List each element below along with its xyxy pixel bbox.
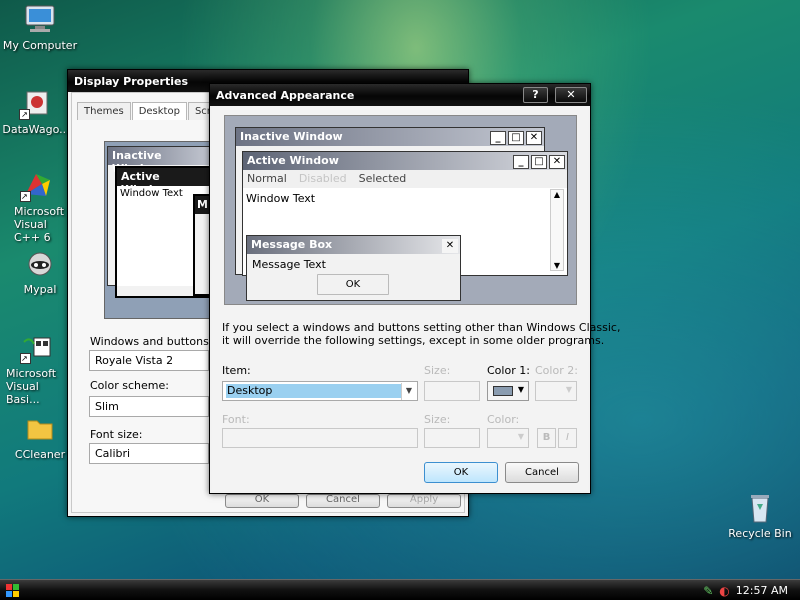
theme-preview: Inactive Window Active Window Window Tex… xyxy=(104,141,215,319)
desktop-icon-label: Mypal xyxy=(23,283,57,296)
maximize-icon: □ xyxy=(508,131,524,145)
ccleaner-tray-icon[interactable]: ◐ xyxy=(719,584,729,598)
desktop-icon-label: CCleaner xyxy=(14,448,66,461)
advanced-cancel-button[interactable]: Cancel xyxy=(505,462,579,483)
mypal-icon xyxy=(23,248,57,280)
item-label: Item: xyxy=(222,364,251,377)
shortcut-arrow-icon: ↗ xyxy=(19,109,30,120)
preview-menu-normal: Normal xyxy=(247,172,287,185)
font-label: Font: xyxy=(222,413,250,426)
color-scheme-label: Color scheme: xyxy=(90,379,169,392)
italic-button[interactable]: I xyxy=(558,428,577,448)
color1-button[interactable]: ▼ xyxy=(487,381,529,401)
close-icon: ✕ xyxy=(442,239,458,253)
display-cancel-button[interactable]: Cancel xyxy=(306,494,380,508)
preview-message-buttons: ✕ xyxy=(442,239,458,253)
font-size-select[interactable]: Calibri xyxy=(89,443,209,464)
advanced-ok-button[interactable]: OK xyxy=(424,462,498,483)
item-select[interactable]: Desktop ▼ xyxy=(222,381,418,401)
color1-label: Color 1: xyxy=(487,364,530,377)
appearance-preview[interactable]: Inactive Window _ □ ✕ Active Window _ □ … xyxy=(224,115,577,305)
chevron-down-icon: ▼ xyxy=(517,432,524,441)
preview-message-ok: OK xyxy=(317,274,389,295)
scroll-down-icon: ▼ xyxy=(553,261,561,270)
folder-icon xyxy=(23,413,57,445)
recycle-bin-icon xyxy=(743,492,777,524)
shortcut-arrow-icon: ↗ xyxy=(20,353,31,364)
network-icon[interactable]: ✎ xyxy=(703,584,713,598)
display-apply-button[interactable]: Apply xyxy=(387,494,461,508)
chevron-down-icon: ▼ xyxy=(401,383,416,400)
size-label: Size: xyxy=(424,364,451,377)
font-color-button[interactable]: ▼ xyxy=(487,428,529,448)
chevron-down-icon: ▼ xyxy=(565,385,572,394)
preview-menu-selected: Selected xyxy=(358,172,407,185)
font-size-label: Size: xyxy=(424,413,451,426)
desktop-icon-label: DataWago... xyxy=(2,123,70,136)
item-select-value: Desktop xyxy=(226,384,401,398)
preview-active-title: Active Window xyxy=(117,168,213,196)
minimize-icon: _ xyxy=(513,155,529,169)
preview-scrollbar: ▲ ▼ xyxy=(550,189,564,271)
font-select[interactable] xyxy=(222,428,418,448)
taskbar: ✎ ◐ 12:57 AM xyxy=(0,579,800,600)
close-icon: ✕ xyxy=(526,131,542,145)
visual-basic-icon: ↗ xyxy=(20,332,54,364)
desktop-icon-visual-basic[interactable]: ↗ Microsoft Visual Basi... xyxy=(0,332,70,406)
clock[interactable]: 12:57 AM xyxy=(736,584,788,597)
preview-menu-bar: Normal Disabled Selected xyxy=(243,170,567,188)
close-button[interactable]: ✕ xyxy=(555,87,587,103)
window-title: Advanced Appearance xyxy=(216,89,355,102)
desktop-icon-my-computer[interactable]: My Computer xyxy=(0,4,82,52)
start-button[interactable] xyxy=(6,584,20,598)
desktop-icon-recycle-bin[interactable]: Recycle Bin xyxy=(718,492,800,540)
bold-button[interactable]: B xyxy=(537,428,556,448)
preview-inactive-buttons: _ □ ✕ xyxy=(490,131,542,145)
desktop-icon-visual-cpp[interactable]: ↗ Microsoft Visual C++ 6 xyxy=(0,170,70,244)
computer-icon xyxy=(23,4,57,36)
windows-and-buttons-select[interactable]: Royale Vista 2 xyxy=(89,350,209,371)
font-color-label: Color: xyxy=(487,413,520,426)
datawago-icon: ↗ xyxy=(19,88,53,120)
desktop-icon-label: Recycle Bin xyxy=(728,527,792,540)
desktop-icon-label: Microsoft Visual C++ 6 xyxy=(14,205,65,244)
preview-active-buttons: _ □ ✕ xyxy=(513,155,565,169)
display-ok-button[interactable]: OK xyxy=(225,494,299,508)
preview-message-box: Message Box ✕ Message Text OK xyxy=(246,235,461,301)
close-icon: ✕ xyxy=(549,155,565,169)
color2-button[interactable]: ▼ xyxy=(535,381,577,401)
color2-label: Color 2: xyxy=(535,364,578,377)
tab-desktop[interactable]: Desktop xyxy=(131,102,187,120)
help-button[interactable]: ? xyxy=(523,87,548,103)
desktop-icon-label: Microsoft Visual Basi... xyxy=(6,367,57,406)
visual-cpp-icon: ↗ xyxy=(20,170,54,202)
preview-inactive-title: Inactive Window xyxy=(108,147,212,175)
maximize-icon: □ xyxy=(531,155,547,169)
window-title: Display Properties xyxy=(74,75,189,88)
color1-swatch xyxy=(493,386,513,396)
info-text-line1: If you select a windows and buttons sett… xyxy=(222,321,621,334)
help-icon: ? xyxy=(532,88,539,101)
advanced-appearance-titlebar[interactable]: Advanced Appearance ? ✕ xyxy=(210,84,590,106)
preview-message-text: Message Text xyxy=(252,258,326,271)
font-size-input[interactable] xyxy=(424,428,480,448)
windows-and-buttons-label: Windows and buttons: xyxy=(90,335,213,348)
preview-menu-disabled: Disabled xyxy=(298,172,347,185)
size-input[interactable] xyxy=(424,381,480,401)
close-icon: ✕ xyxy=(566,88,576,101)
minimize-icon: _ xyxy=(490,131,506,145)
font-size-label: Font size: xyxy=(90,428,143,441)
windows-logo-icon xyxy=(6,584,19,597)
info-text-line2: it will override the following settings,… xyxy=(222,334,605,347)
system-tray: ✎ ◐ 12:57 AM xyxy=(690,580,800,600)
preview-message-title: Message Box xyxy=(247,236,460,254)
scroll-up-icon: ▲ xyxy=(553,190,561,199)
chevron-down-icon: ▼ xyxy=(517,385,524,394)
color-scheme-select[interactable]: Slim xyxy=(89,396,209,417)
shortcut-arrow-icon: ↗ xyxy=(20,191,31,202)
desktop-icon-label: My Computer xyxy=(2,39,78,52)
tab-themes[interactable]: Themes xyxy=(77,102,131,120)
